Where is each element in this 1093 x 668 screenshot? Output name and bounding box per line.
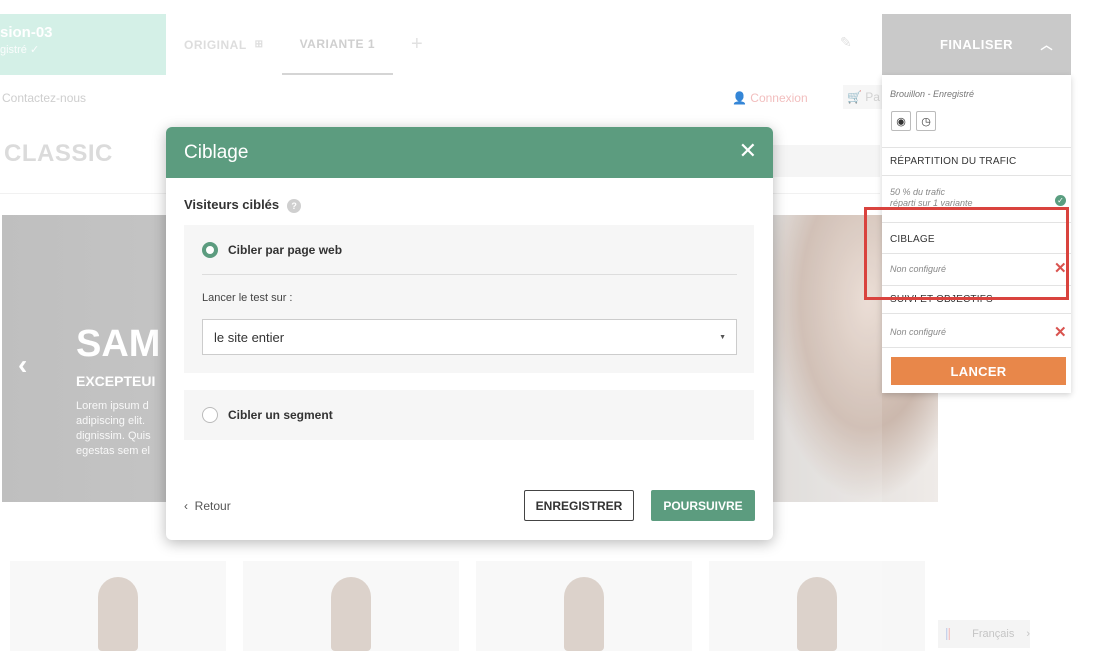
chevron-right-icon: › (1026, 628, 1030, 640)
chevron-left-icon: ‹ (184, 499, 195, 513)
radio-target-webpage[interactable]: Cibler par page web (202, 242, 342, 258)
error-x-icon: ✕ (1054, 324, 1067, 341)
segment-targeting-card: Cibler un segment (184, 390, 754, 440)
eye-icon: ◉ (896, 115, 906, 128)
divider (882, 313, 1071, 314)
history-button[interactable]: ◷ (916, 111, 936, 131)
save-button[interactable]: ENREGISTRER (524, 490, 634, 521)
back-button[interactable]: ‹ Retour (184, 499, 231, 513)
language-selector[interactable]: Français › (938, 620, 1030, 648)
traffic-title[interactable]: RÉPARTITION DU TRAFIC (890, 156, 1016, 167)
highlight-box (864, 207, 1069, 300)
clock-icon: ◷ (921, 115, 931, 128)
traffic-summary: 50 % du trafic réparti sur 1 variante (890, 187, 973, 209)
radio-target-webpage-label: Cibler par page web (228, 243, 343, 257)
radio-unselected-icon[interactable] (202, 407, 218, 423)
divider (882, 147, 1071, 148)
draft-status: Brouillon - Enregistré (890, 89, 975, 99)
section-heading: Visiteurs ciblés? (184, 197, 302, 213)
radio-target-segment[interactable]: Cibler un segment (202, 407, 333, 423)
help-icon[interactable]: ? (287, 198, 302, 213)
flag-icon (946, 628, 951, 640)
finalise-button[interactable]: FINALISER ︿ (882, 14, 1071, 75)
continue-button[interactable]: POURSUIVRE (651, 490, 755, 521)
back-label: Retour (194, 499, 231, 513)
divider (882, 175, 1071, 176)
targeting-modal: Ciblage ✕ Visiteurs ciblés? Cibler par p… (166, 127, 773, 540)
language-label: Français (972, 628, 1015, 640)
traffic-percent: 50 % du trafic (890, 187, 946, 197)
launch-on-label: Lancer le test sur : (202, 292, 293, 304)
close-icon[interactable]: ✕ (739, 140, 757, 162)
radio-selected-icon[interactable] (202, 242, 218, 258)
caret-down-icon: ▼ (719, 334, 726, 341)
modal-title: Ciblage (184, 141, 249, 163)
scope-select-value: le site entier (214, 330, 285, 345)
modal-header: Ciblage ✕ (166, 127, 773, 178)
goals-status: Non configuré (890, 327, 947, 337)
chevron-up-icon: ︿ (1040, 38, 1053, 52)
section-heading-label: Visiteurs ciblés (184, 197, 280, 212)
webpage-targeting-card: Cibler par page web Lancer le test sur :… (184, 225, 754, 373)
scope-select[interactable]: le site entier ▼ (202, 319, 737, 355)
preview-button[interactable]: ◉ (891, 111, 911, 131)
check-icon: ✓ (1055, 195, 1066, 206)
finalise-label: FINALISER (939, 37, 1014, 52)
divider (202, 274, 737, 275)
launch-button[interactable]: LANCER (891, 357, 1066, 385)
radio-target-segment-label: Cibler un segment (228, 408, 333, 422)
divider (882, 347, 1071, 348)
